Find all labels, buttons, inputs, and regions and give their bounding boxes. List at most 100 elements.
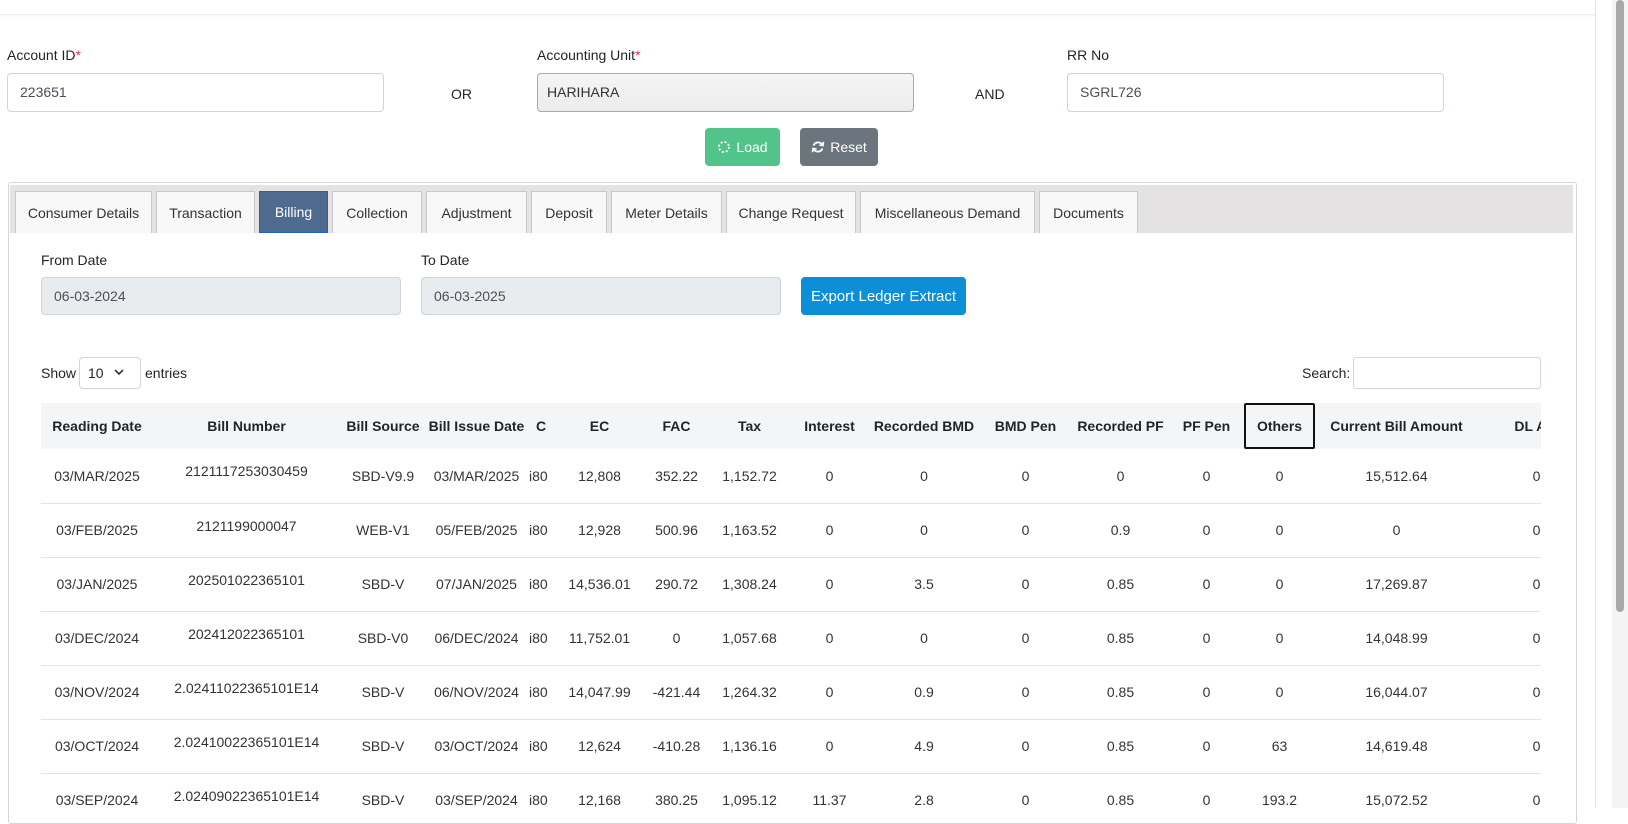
cell-recorded-bmd: 3.5 xyxy=(914,576,934,592)
cell-fac: 380.25 xyxy=(655,792,698,808)
cell-recorded-pf: 0.85 xyxy=(1106,684,1135,700)
cell-fac: -421.44 xyxy=(652,684,701,700)
col-bill-number[interactable]: Bill Number xyxy=(153,403,340,449)
col-ec[interactable]: EC xyxy=(555,403,644,449)
col-c[interactable]: C xyxy=(527,403,555,449)
scrollbar-thumb[interactable] xyxy=(1616,0,1624,612)
col-bill-issue-date[interactable]: Bill Issue Date xyxy=(426,403,527,449)
cell-pf-pen: 0 xyxy=(1202,684,1211,700)
cell-fac: 0 xyxy=(672,630,681,646)
page-scrollbar[interactable] xyxy=(1612,0,1628,808)
tab-documents[interactable]: Documents xyxy=(1039,191,1138,233)
cell-dl-adj: 0 xyxy=(1532,576,1541,592)
cell-bill-issue-date: 06/DEC/2024 xyxy=(434,630,519,646)
cell-ec: 12,928 xyxy=(578,522,621,538)
cell-c: i80 xyxy=(529,684,548,700)
tab-consumer-details[interactable]: Consumer Details xyxy=(15,191,152,233)
refresh-icon xyxy=(811,141,825,153)
and-separator: AND xyxy=(975,86,1005,102)
col-dl-adj[interactable]: DL Adj xyxy=(1478,403,1541,449)
cell-fac: 352.22 xyxy=(655,467,698,484)
tab-billing[interactable]: Billing xyxy=(259,191,328,233)
cell-recorded-bmd: 0 xyxy=(920,630,928,646)
table-search-input[interactable] xyxy=(1353,357,1541,389)
cell-bmd-pen: 0 xyxy=(1021,576,1030,592)
cell-bill-issue-date: 03/OCT/2024 xyxy=(434,738,519,754)
tab-change-request[interactable]: Change Request xyxy=(726,191,856,233)
table-row: 03/SEP/2024 2.02409022365101E14 SBD-V 03… xyxy=(41,773,1541,809)
cell-bmd-pen: 0 xyxy=(1021,792,1030,808)
cell-recorded-pf: 0.85 xyxy=(1106,576,1135,592)
cell-bmd-pen: 0 xyxy=(1021,522,1030,538)
cell-reading-date: 03/DEC/2024 xyxy=(54,630,140,646)
col-pf-pen[interactable]: PF Pen xyxy=(1169,403,1244,449)
show-label: Show xyxy=(41,365,77,381)
table-row: 03/OCT/2024 2.02410022365101E14 SBD-V 03… xyxy=(41,719,1541,773)
col-tax[interactable]: Tax xyxy=(709,403,790,449)
cell-bill-number: 2.02411022365101E14 xyxy=(174,679,319,696)
cell-others: 0 xyxy=(1275,576,1284,592)
col-bmd-pen[interactable]: BMD Pen xyxy=(979,403,1072,449)
rr-no-input[interactable]: SGRL726 xyxy=(1067,73,1444,112)
cell-c: i80 xyxy=(529,467,548,484)
cell-recorded-pf: 0 xyxy=(1116,467,1125,484)
tab-miscellaneous-demand[interactable]: Miscellaneous Demand xyxy=(860,191,1035,233)
col-recorded-bmd[interactable]: Recorded BMD xyxy=(869,403,979,449)
tab-adjustment[interactable]: Adjustment xyxy=(426,191,527,233)
cell-bill-source: SBD-V xyxy=(361,684,405,700)
tab-meter-details[interactable]: Meter Details xyxy=(611,191,722,233)
cell-dl-adj: 0 xyxy=(1532,684,1541,700)
cell-dl-adj: 0 xyxy=(1532,738,1541,754)
cell-recorded-pf: 0.9 xyxy=(1110,522,1131,538)
cell-tax: 1,152.72 xyxy=(722,467,777,484)
cell-fac: -410.28 xyxy=(652,738,701,754)
cell-bill-source: SBD-V xyxy=(361,792,405,808)
cell-bill-number: 2.02410022365101E14 xyxy=(173,733,320,750)
load-button[interactable]: Load xyxy=(705,128,780,166)
accounting-unit-select[interactable]: HARIHARA xyxy=(537,73,914,112)
cell-recorded-pf: 0.85 xyxy=(1106,792,1135,808)
cell-interest: 0 xyxy=(825,684,834,700)
table-header-row: Reading Date Bill Number Bill Source Bil… xyxy=(41,403,1541,449)
cell-bill-issue-date: 03/MAR/2025 xyxy=(433,467,520,484)
account-id-input[interactable]: 223651 xyxy=(7,73,384,112)
col-reading-date[interactable]: Reading Date xyxy=(41,403,153,449)
cell-bill-number: 2121117253030459 xyxy=(185,463,308,479)
table-row: 03/MAR/2025 2121117253030459 SBD-V9.9 03… xyxy=(41,449,1541,503)
col-others[interactable]: Others xyxy=(1244,403,1315,449)
table-row: 03/DEC/2024 202412022365101 SBD-V0 06/DE… xyxy=(41,611,1541,665)
cell-current-bill-amount: 16,044.07 xyxy=(1365,684,1428,700)
cell-pf-pen: 0 xyxy=(1202,792,1211,808)
search-label: Search: xyxy=(1302,365,1351,381)
cell-bmd-pen: 0 xyxy=(1021,684,1030,700)
tab-transaction[interactable]: Transaction xyxy=(156,191,255,233)
col-recorded-pf[interactable]: Recorded PF xyxy=(1072,403,1169,449)
cell-current-bill-amount: 14,619.48 xyxy=(1365,738,1428,754)
cell-ec: 14,536.01 xyxy=(568,576,631,592)
accounting-unit-label: Accounting Unit* xyxy=(537,47,641,63)
from-date-input[interactable]: 06-03-2024 xyxy=(41,277,401,315)
cell-recorded-pf: 0.85 xyxy=(1106,738,1135,754)
cell-dl-adj: 0 xyxy=(1532,630,1541,646)
cell-bmd-pen: 0 xyxy=(1021,467,1030,484)
tab-collection[interactable]: Collection xyxy=(332,191,422,233)
cell-pf-pen: 0 xyxy=(1202,576,1211,592)
cell-interest: 0 xyxy=(825,522,834,538)
cell-interest: 0 xyxy=(825,576,834,592)
tab-deposit[interactable]: Deposit xyxy=(531,191,607,233)
cell-recorded-bmd: 0 xyxy=(920,522,928,538)
cell-bmd-pen: 0 xyxy=(1021,630,1030,646)
cell-reading-date: 03/NOV/2024 xyxy=(54,684,140,700)
to-date-input[interactable]: 06-03-2025 xyxy=(421,277,781,315)
col-current-bill-amount[interactable]: Current Bill Amount xyxy=(1315,403,1478,449)
entries-select[interactable]: 10 xyxy=(79,357,141,389)
col-fac[interactable]: FAC xyxy=(644,403,709,449)
cell-bill-number: 202412022365101 xyxy=(188,625,305,642)
cell-bill-number: 2.02409022365101E14 xyxy=(173,787,320,804)
col-bill-source[interactable]: Bill Source xyxy=(340,403,426,449)
export-ledger-button[interactable]: Export Ledger Extract xyxy=(801,277,966,315)
cell-ec: 12,168 xyxy=(578,792,621,808)
cell-bill-source: SBD-V xyxy=(361,576,405,592)
col-interest[interactable]: Interest xyxy=(790,403,869,449)
reset-button[interactable]: Reset xyxy=(800,128,878,166)
